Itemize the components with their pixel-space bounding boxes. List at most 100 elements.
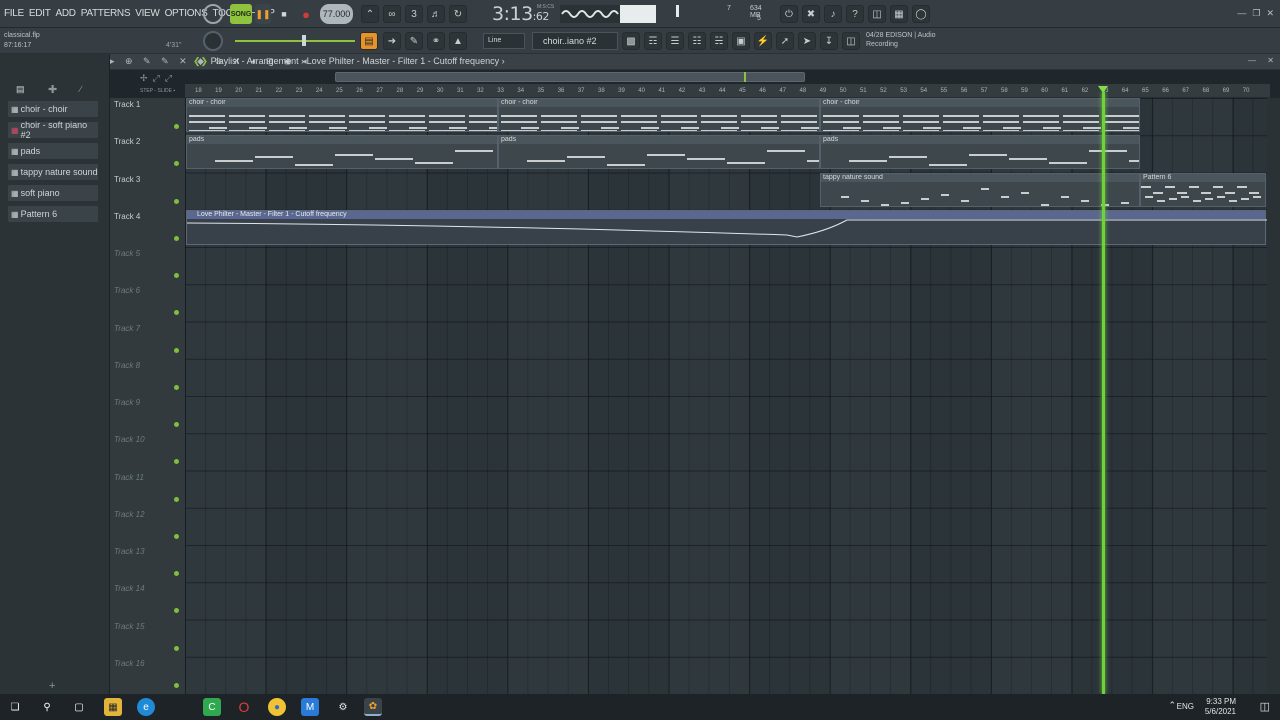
channel-rack-icon[interactable]: ▩ [622, 32, 640, 50]
playlist-close-icon[interactable]: ✕ [1267, 56, 1274, 65]
snap-selector[interactable]: Line [483, 33, 525, 49]
microphone-icon[interactable]: ♪ [824, 5, 842, 23]
track-mute-led[interactable] [174, 533, 179, 539]
link-icon[interactable]: ⚭ [427, 32, 445, 50]
track-name[interactable]: Track 16 [114, 659, 184, 668]
file-explorer-icon[interactable]: ▦ [104, 698, 122, 716]
browser-item[interactable]: ▦ soft piano [8, 185, 98, 201]
browser-item[interactable]: ▦ Pattern 6 [8, 206, 98, 222]
track-mute-led[interactable] [174, 273, 179, 278]
play-button[interactable]: ❚❚ [255, 4, 271, 24]
pattern-selector[interactable]: choir..iano #2 [532, 32, 618, 50]
menu-options[interactable]: OPTIONS [165, 8, 208, 19]
metronome-icon[interactable]: ⌃ [361, 5, 379, 23]
piano-roll-icon[interactable]: ☶ [644, 32, 662, 50]
pattern-clip[interactable]: choir - choir [186, 98, 498, 132]
track-mute-led[interactable] [174, 124, 179, 129]
shortcut-icon[interactable]: ➤ [798, 32, 816, 50]
fl-studio-taskbar-icon[interactable]: ✿ [364, 698, 382, 716]
browser-tab-patterns-icon[interactable]: ▤ [16, 84, 25, 95]
arrow-right-icon[interactable]: ➜ [383, 32, 401, 50]
power-icon[interactable]: ⏻ [780, 5, 798, 23]
mixer-icon[interactable]: ☰ [666, 32, 684, 50]
pattern-clip[interactable]: tappy nature sound [820, 173, 1140, 207]
browser-item[interactable]: ▦ choir - choir [8, 101, 98, 117]
track-mute-led[interactable] [174, 496, 179, 502]
save-icon[interactable]: ◫ [868, 5, 886, 23]
download-icon[interactable]: ↧ [820, 32, 838, 50]
track-mute-led[interactable] [174, 459, 179, 465]
green-app-icon[interactable]: C [203, 698, 221, 716]
search-icon[interactable]: ⚲ [38, 698, 56, 716]
playlist-icon[interactable]: ▤ [360, 32, 378, 50]
system-clock[interactable]: 9:33 PM 5/6/2021 [1205, 697, 1236, 717]
record-button[interactable]: ● [297, 4, 315, 24]
track-mute-led[interactable] [174, 347, 179, 353]
vertical-scrollbar[interactable] [1267, 98, 1280, 694]
pattern-clip[interactable]: Pattern 6 [1140, 173, 1266, 207]
track-name[interactable]: Track 12 [114, 510, 184, 519]
loop-record-icon[interactable]: ↻ [449, 5, 467, 23]
pattern-clip[interactable]: pads [186, 135, 498, 169]
track-mute-led[interactable] [174, 198, 179, 204]
minimize-icon[interactable]: — [1237, 8, 1246, 19]
slider-handle[interactable] [302, 35, 306, 46]
track-name[interactable]: Track 10 [114, 435, 184, 444]
pattern-clip[interactable]: pads [498, 135, 820, 169]
menu-add[interactable]: ADD [56, 8, 77, 19]
countdown-icon[interactable]: 3 [405, 5, 423, 23]
track-mute-led[interactable] [174, 682, 179, 688]
track-name[interactable]: Track 7 [114, 324, 184, 333]
blue-app-icon[interactable]: M [301, 698, 319, 716]
track-name[interactable]: Track 1 [114, 100, 184, 109]
track-mute-led[interactable] [174, 384, 179, 390]
tray-chevron-icon[interactable]: ⌃ [1168, 700, 1176, 711]
browser-item[interactable]: ▦ pads [8, 143, 98, 159]
chat-icon[interactable]: ◯ [912, 5, 930, 23]
track-mute-led[interactable] [174, 161, 179, 167]
master-knob-icon[interactable] [203, 4, 223, 24]
language-indicator[interactable]: ENG [1177, 702, 1194, 711]
render-icon[interactable]: ◫ [842, 32, 860, 50]
track-name[interactable]: Track 8 [114, 361, 184, 370]
help-icon[interactable]: ? [846, 5, 864, 23]
playhead[interactable] [1102, 92, 1105, 694]
windows-start-icon[interactable]: ❏ [6, 698, 24, 716]
browser-item[interactable]: ▦ tappy nature sound [8, 164, 98, 180]
tools-icon[interactable]: ✖ [802, 5, 820, 23]
main-pitch-slider[interactable] [235, 40, 355, 42]
chrome-icon[interactable]: ● [268, 698, 286, 716]
browser-item[interactable]: ▦ choir - soft piano #2 [8, 120, 98, 140]
track-mute-led[interactable] [174, 422, 179, 427]
track-name[interactable]: Track 11 [114, 473, 184, 482]
track-name[interactable]: Track 14 [114, 584, 184, 593]
restore-icon[interactable]: ❐ [1252, 8, 1260, 19]
playlist-min-icon[interactable]: — [1248, 56, 1256, 65]
track-name[interactable]: Track 9 [114, 398, 184, 407]
track-mute-led[interactable] [174, 310, 179, 316]
song-mode-toggle[interactable]: SONG [230, 4, 252, 24]
clipboard-icon[interactable]: ▣ [732, 32, 750, 50]
menu-patterns[interactable]: PATTERNS [81, 8, 131, 19]
track-name[interactable]: Track 4 [114, 212, 184, 221]
task-view-icon[interactable]: ▢ [70, 698, 88, 716]
step-edit-icon[interactable]: ♬ [427, 5, 445, 23]
plugin-icon[interactable]: ▦ [890, 5, 908, 23]
add-pattern-icon[interactable]: + [49, 680, 55, 692]
track-name[interactable]: Track 3 [114, 175, 184, 184]
wait-input-icon[interactable]: ∞ [383, 5, 401, 23]
playlist-arrange-icon[interactable]: ❮❯ [193, 56, 208, 66]
notification-icon[interactable]: ◫ [1260, 700, 1270, 713]
track-mute-led[interactable] [174, 571, 179, 576]
menu-view[interactable]: VIEW [135, 8, 160, 19]
pattern-clip[interactable]: choir - choir [498, 98, 820, 132]
track-name[interactable]: Track 2 [114, 137, 184, 146]
track-mute-led[interactable] [174, 645, 179, 651]
track-mute-led[interactable] [174, 608, 179, 614]
track-name[interactable]: Track 13 [114, 547, 184, 556]
pattern-clip[interactable]: choir - choir [820, 98, 1140, 132]
opera-icon[interactable]: O [235, 698, 253, 716]
stop-button[interactable]: ■ [277, 4, 291, 24]
edge-icon[interactable]: e [137, 698, 155, 716]
plug-icon[interactable]: ⚡ [754, 32, 772, 50]
